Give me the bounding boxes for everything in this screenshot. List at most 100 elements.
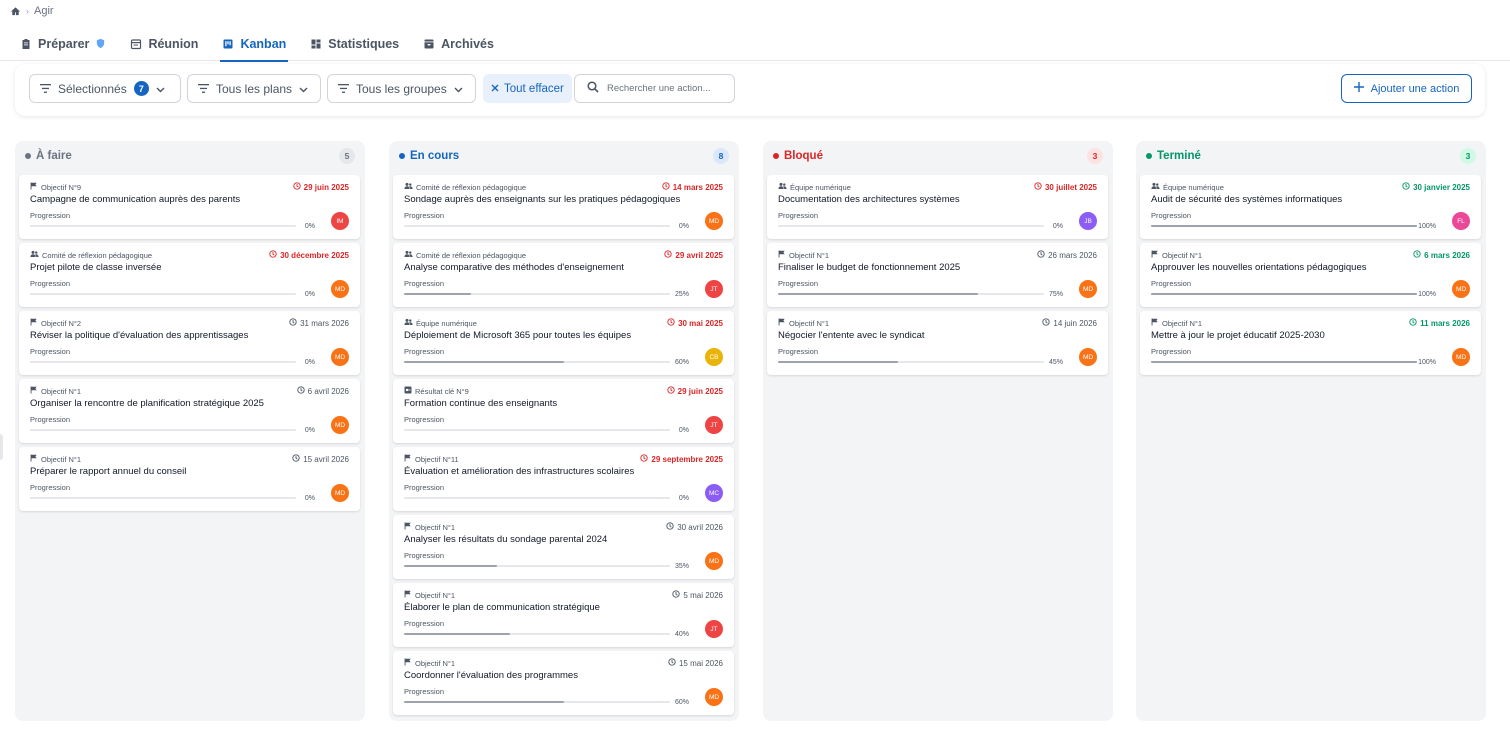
card-source: Objectif N°2 xyxy=(30,318,81,328)
action-card[interactable]: Équipe numérique 30 janvier 2025 Audit de … xyxy=(1140,175,1481,239)
card-source-label: Équipe numérique xyxy=(416,318,477,328)
progress-percent: 40% xyxy=(674,631,689,638)
card-source: Objectif N°1 xyxy=(404,590,455,600)
card-title: Audit de sécurité des systèmes informati… xyxy=(1151,194,1343,205)
action-card[interactable]: Objectif N°2 31 mars 2026 Réviser la polit… xyxy=(19,311,360,375)
filter-icon xyxy=(40,82,51,96)
card-source: Objectif N°1 xyxy=(778,250,829,260)
avatar[interactable]: MD xyxy=(1079,348,1097,366)
tab-statistiques[interactable]: Statistiques xyxy=(310,26,399,61)
progress-bar xyxy=(404,565,670,567)
avatar[interactable]: JB xyxy=(1079,212,1097,230)
tab-reunion[interactable]: Réunion xyxy=(130,26,198,61)
avatar[interactable]: MD xyxy=(1079,280,1097,298)
avatar[interactable]: IM xyxy=(331,212,349,230)
progress-percent: 0% xyxy=(678,427,689,434)
progress-bar xyxy=(30,225,296,227)
card-due-date: 30 décembre 2025 xyxy=(269,250,349,260)
action-card[interactable]: Équipe numérique 30 juillet 2025 Documenta… xyxy=(767,175,1108,239)
action-card[interactable]: Objectif N°1 30 avril 2026 Analyser les ré… xyxy=(393,515,734,579)
avatar[interactable]: FL xyxy=(1452,212,1470,230)
groups-filter-dropdown[interactable]: Tous les groupes xyxy=(327,74,476,103)
card-title: Analyser les résultats du sondage parent… xyxy=(404,534,608,545)
progress-label: Progression xyxy=(778,211,819,220)
action-card[interactable]: Comité de réflexion pédagogique 14 mars 2… xyxy=(393,175,734,239)
avatar[interactable]: MD xyxy=(331,416,349,434)
card-source-label: Objectif N°1 xyxy=(41,454,82,464)
progress-bar xyxy=(404,497,670,499)
clock-icon xyxy=(296,386,305,396)
clock-icon xyxy=(1042,318,1051,328)
action-card[interactable]: Objectif N°11 29 septembre 2025 Évaluation… xyxy=(393,447,734,511)
side-panel-handle[interactable] xyxy=(0,434,3,460)
card-title: Organiser la rencontre de planification … xyxy=(30,398,264,409)
card-due-date: 29 juin 2025 xyxy=(666,386,723,396)
tab-label: Archivés xyxy=(441,36,494,51)
action-card[interactable]: Objectif N°1 15 mai 2026 Coordonner l'éval… xyxy=(393,651,734,715)
avatar[interactable]: JT xyxy=(705,416,723,434)
calendar-icon xyxy=(130,38,142,50)
card-source: Objectif N°1 xyxy=(30,386,81,396)
avatar[interactable]: MD xyxy=(1452,348,1470,366)
action-card[interactable]: Comité de réflexion pédagogique 30 décemb… xyxy=(19,243,360,307)
card-due-date-label: 29 avril 2025 xyxy=(675,250,723,260)
selected-filter-dropdown[interactable]: Sélectionnés 7 xyxy=(29,74,181,103)
tab-archives[interactable]: Archivés xyxy=(423,26,494,61)
card-source-label: Objectif N°1 xyxy=(415,522,456,532)
clock-icon xyxy=(292,454,300,464)
card-due-date-label: 29 septembre 2025 xyxy=(651,454,723,464)
kanban-column: Bloqué 3 Équipe numérique 30 juillet 2025 Do… xyxy=(763,141,1113,721)
avatar[interactable]: MD xyxy=(331,280,349,298)
action-card[interactable]: Résultat clé N°9 29 juin 2025 Formation co… xyxy=(393,379,734,443)
card-title: Sondage auprès des enseignants sur les p… xyxy=(404,194,681,205)
filter-bar: Sélectionnés 7 Tous les plans Tous les g… xyxy=(15,64,1485,116)
action-card[interactable]: Objectif N°1 6 mars 2026 Approuver les nou… xyxy=(1140,243,1481,307)
flag-icon xyxy=(404,658,412,668)
flag-icon xyxy=(1151,318,1159,328)
avatar[interactable]: MD xyxy=(331,348,349,366)
card-due-date-label: 26 mars 2026 xyxy=(1048,250,1097,260)
action-card[interactable]: Objectif N°1 5 mai 2026 Élaborer le plan d… xyxy=(393,583,734,647)
action-card[interactable]: Objectif N°1 15 avril 2026 Préparer le rap… xyxy=(19,447,360,511)
avatar[interactable]: MC xyxy=(705,484,723,502)
action-card[interactable]: Comité de réflexion pédagogique 29 avril … xyxy=(393,243,734,307)
avatar[interactable]: JT xyxy=(705,620,723,638)
action-card[interactable]: Objectif N°1 14 juin 2026 Négocier l'enten… xyxy=(767,311,1108,375)
card-source-label: Objectif N°1 xyxy=(41,386,82,396)
avatar[interactable]: MD xyxy=(331,484,349,502)
card-due-date: 30 janvier 2025 xyxy=(1402,182,1470,192)
action-card[interactable]: Objectif N°9 29 juin 2025 Campagne de comm… xyxy=(19,175,360,239)
avatar[interactable]: MD xyxy=(705,552,723,570)
tab-preparer[interactable]: Préparer xyxy=(20,26,106,61)
plans-filter-dropdown[interactable]: Tous les plans xyxy=(187,74,321,103)
progress-bar-fill xyxy=(1151,361,1417,363)
search-input[interactable] xyxy=(607,83,725,94)
search-field xyxy=(574,74,735,103)
card-due-date: 29 juin 2025 xyxy=(292,182,349,192)
clear-filters-label: Tout effacer xyxy=(504,82,564,95)
group-icon xyxy=(404,250,413,260)
avatar[interactable]: CB xyxy=(705,348,723,366)
card-title: Analyse comparative des méthodes d'ensei… xyxy=(404,262,624,273)
progress-percent: 100% xyxy=(1418,291,1436,298)
card-due-date: 29 septembre 2025 xyxy=(640,454,723,464)
home-icon[interactable] xyxy=(10,6,21,17)
progress-percent: 0% xyxy=(304,291,315,298)
avatar[interactable]: MD xyxy=(1452,280,1470,298)
action-card[interactable]: Équipe numérique 30 mai 2025 Déploiement d… xyxy=(393,311,734,375)
clear-filters-button[interactable]: Tout effacer xyxy=(483,74,572,103)
action-card[interactable]: Objectif N°1 26 mars 2026 Finaliser le bud… xyxy=(767,243,1108,307)
action-card[interactable]: Objectif N°1 6 avril 2026 Organiser la ren… xyxy=(19,379,360,443)
progress-percent: 25% xyxy=(674,291,689,298)
progress-label: Progression xyxy=(778,347,819,356)
progress-percent: 75% xyxy=(1048,291,1063,298)
tab-label: Statistiques xyxy=(328,36,400,51)
add-action-button[interactable]: Ajouter une action xyxy=(1341,74,1472,103)
card-source-label: Objectif N°1 xyxy=(789,250,830,260)
avatar[interactable]: MD xyxy=(705,688,723,706)
avatar[interactable]: JT xyxy=(705,280,723,298)
tab-kanban[interactable]: Kanban xyxy=(220,26,289,62)
card-due-date-label: 15 avril 2026 xyxy=(303,454,349,464)
action-card[interactable]: Objectif N°1 11 mars 2026 Mettre à jour le… xyxy=(1140,311,1481,375)
avatar[interactable]: MD xyxy=(705,212,723,230)
